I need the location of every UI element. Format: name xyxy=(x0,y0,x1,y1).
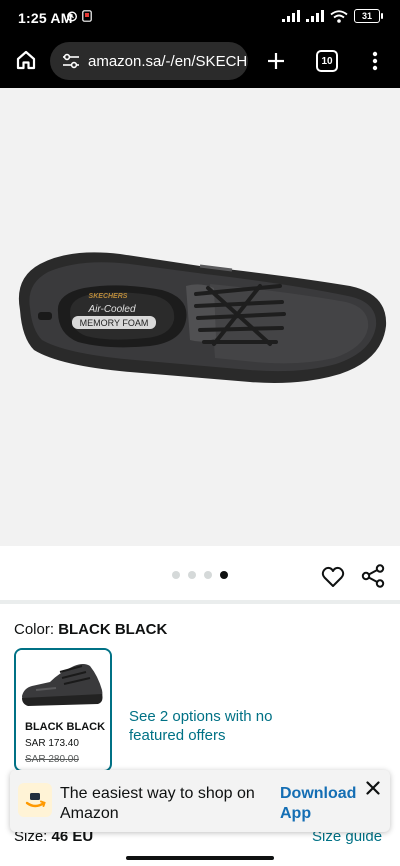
product-image[interactable]: MEMORY FOAM Air-Cooled SKECHERS xyxy=(0,88,400,546)
battery-level: 31 xyxy=(361,11,372,21)
status-bar: 1:25 AM 31 xyxy=(0,0,400,34)
signal-icon xyxy=(282,10,300,22)
color-value: BLACK BLACK xyxy=(58,621,168,638)
browser-menu-button[interactable] xyxy=(362,47,388,75)
svg-text:SKECHERS: SKECHERS xyxy=(89,293,128,300)
color-selection: Color: BLACK BLACK xyxy=(14,621,167,638)
status-time: 1:25 AM xyxy=(18,10,73,26)
status-notification-icons xyxy=(66,10,92,22)
carousel-dot[interactable] xyxy=(204,571,212,579)
shoe-image: MEMORY FOAM Air-Cooled SKECHERS xyxy=(18,252,387,383)
battery-indicator: 31 xyxy=(354,9,383,23)
url-text: amazon.sa/-/en/SKECHE xyxy=(88,52,246,70)
tab-count: 10 xyxy=(321,55,333,67)
notification-app-icon xyxy=(82,10,92,22)
status-system-icons: 31 xyxy=(282,9,383,23)
tune-icon xyxy=(63,53,79,69)
browser-toolbar: amazon.sa/-/en/SKECHE 10 xyxy=(0,34,400,88)
close-banner-button[interactable] xyxy=(363,778,383,798)
site-settings-button[interactable] xyxy=(54,53,88,69)
tab-switcher-button[interactable]: 10 xyxy=(316,50,338,72)
swatch-shoe-image xyxy=(16,650,110,716)
color-swatch-card[interactable]: BLACK BLACK SAR 173.40 SAR 280.00 xyxy=(14,648,112,772)
download-app-link[interactable]: Download App xyxy=(280,784,370,824)
address-bar[interactable]: amazon.sa/-/en/SKECHE xyxy=(50,42,248,80)
section-divider xyxy=(0,600,400,604)
home-button[interactable] xyxy=(12,46,40,74)
carousel-dot[interactable] xyxy=(188,571,196,579)
new-tab-button[interactable] xyxy=(262,47,290,75)
swatch-list-price: SAR 280.00 xyxy=(25,754,79,765)
share-icon[interactable] xyxy=(360,563,386,589)
gesture-home-indicator[interactable] xyxy=(126,856,274,860)
plus-icon xyxy=(268,53,284,69)
alarm-icon xyxy=(66,11,78,22)
swatch-price: SAR 173.40 xyxy=(25,738,79,749)
signal-icon xyxy=(306,10,324,22)
carousel-dots xyxy=(172,571,228,579)
see-options-link[interactable]: See 2 options with no featured offers xyxy=(129,707,279,745)
home-icon xyxy=(16,50,36,70)
close-icon xyxy=(366,781,380,795)
svg-text:MEMORY FOAM: MEMORY FOAM xyxy=(80,318,149,328)
amazon-logo-icon xyxy=(18,783,52,817)
heart-icon[interactable] xyxy=(320,564,346,590)
color-label: Color: xyxy=(14,621,55,638)
carousel-dot-active[interactable] xyxy=(220,571,228,579)
more-vert-icon xyxy=(372,51,378,71)
swatch-color-name: BLACK BLACK xyxy=(25,721,106,733)
wifi-icon xyxy=(330,9,348,23)
banner-message: The easiest way to shop on Amazon xyxy=(60,785,255,822)
svg-text:Air-Cooled: Air-Cooled xyxy=(87,304,135,315)
download-app-banner: The easiest way to shop on Amazon Downlo… xyxy=(10,770,390,832)
carousel-dot[interactable] xyxy=(172,571,180,579)
